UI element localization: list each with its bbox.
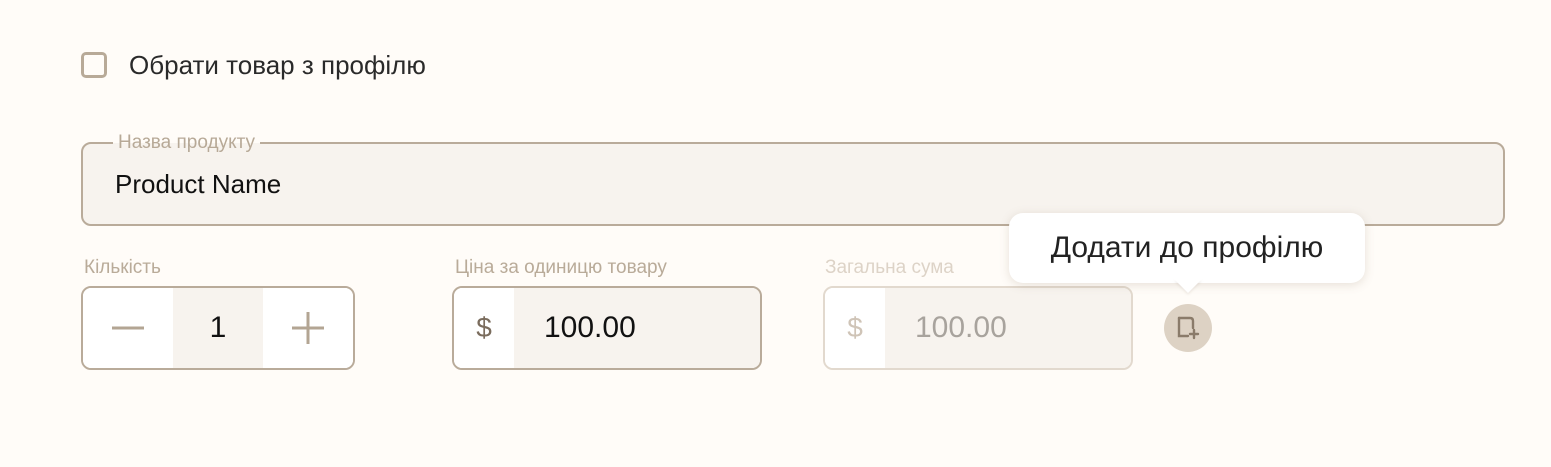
quantity-stepper: 1 (81, 286, 355, 370)
select-from-profile-checkbox-row[interactable]: Обрати товар з профілю (81, 49, 426, 81)
total-value: 100.00 (885, 288, 1131, 368)
plus-icon (292, 312, 324, 344)
unit-price-currency: $ (454, 288, 514, 368)
unit-price-label: Ціна за одиницю товару (455, 257, 667, 278)
quantity-label: Кількість (84, 257, 161, 278)
add-to-profile-tooltip: Додати до профілю (1009, 213, 1365, 283)
product-name-label: Назва продукту (113, 132, 261, 154)
document-add-icon (1177, 316, 1200, 340)
select-from-profile-label: Обрати товар з профілю (129, 50, 426, 80)
total-label: Загальна сума (825, 257, 954, 278)
unit-price-field[interactable]: $ 100.00 (452, 286, 762, 370)
total-field: $ 100.00 (823, 286, 1133, 370)
decrement-button[interactable] (83, 288, 173, 368)
unit-price-value[interactable]: 100.00 (514, 288, 760, 368)
product-name-input[interactable] (115, 164, 1415, 204)
minus-icon (112, 326, 144, 330)
add-to-profile-button[interactable] (1164, 304, 1212, 352)
total-currency: $ (825, 288, 885, 368)
increment-button[interactable] (263, 288, 353, 368)
select-from-profile-checkbox[interactable] (81, 52, 107, 78)
quantity-value[interactable]: 1 (173, 288, 263, 368)
tooltip-arrow (1174, 279, 1202, 293)
